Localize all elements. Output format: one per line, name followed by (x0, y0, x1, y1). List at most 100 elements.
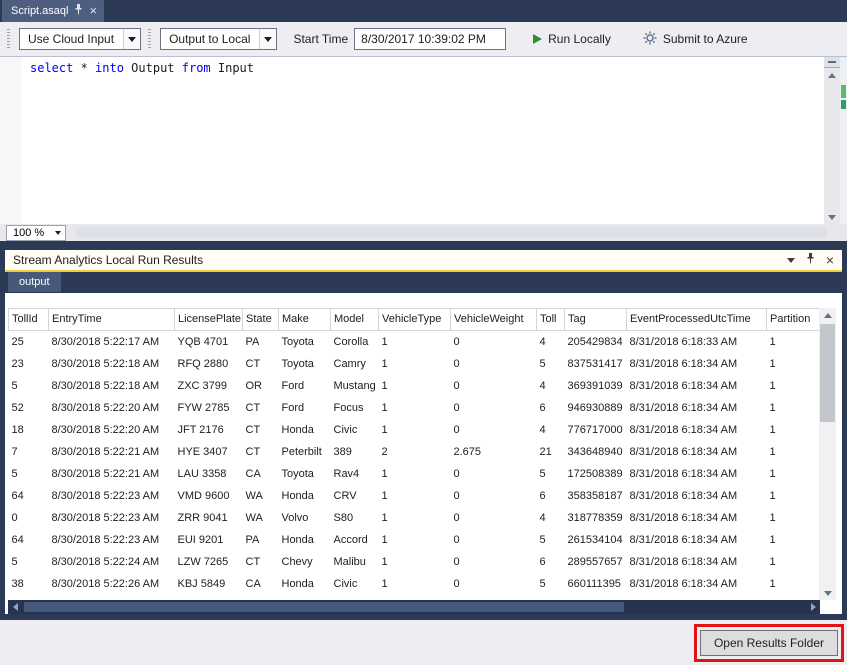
scrollbar-thumb[interactable] (820, 324, 835, 422)
table-row[interactable]: 58/30/2018 5:22:18 AMZXC 3799ORFordMusta… (9, 375, 820, 397)
table-cell: Honda (279, 485, 331, 507)
submit-to-azure-button[interactable]: Submit to Azure (638, 28, 753, 51)
table-row[interactable]: 188/30/2018 5:22:20 AMJFT 2176CTHondaCiv… (9, 419, 820, 441)
panel-splitter[interactable] (0, 241, 847, 250)
results-horizontal-scrollbar[interactable] (8, 600, 820, 614)
table-row[interactable]: 08/30/2018 5:22:23 AMZRR 9041WAVolvoS801… (9, 507, 820, 529)
change-mark-teal (841, 100, 846, 109)
column-header-vehicleweight[interactable]: VehicleWeight (451, 309, 537, 331)
start-time-input[interactable] (354, 28, 506, 50)
table-cell: HYE 3407 (175, 441, 243, 463)
table-cell: 23 (9, 353, 49, 375)
column-header-make[interactable]: Make (279, 309, 331, 331)
table-cell: 4 (537, 507, 565, 529)
table-cell: FYW 2785 (175, 397, 243, 419)
editor-horizontal-scrollbar[interactable] (76, 227, 827, 238)
table-cell: 4 (537, 419, 565, 441)
column-header-toll[interactable]: Toll (537, 309, 565, 331)
scroll-left-icon[interactable] (8, 603, 22, 611)
table-cell: 0 (451, 573, 537, 595)
table-cell: 0 (451, 353, 537, 375)
auto-hide-pin-icon[interactable] (806, 253, 815, 267)
chevron-down-icon[interactable] (123, 29, 140, 49)
column-header-model[interactable]: Model (331, 309, 379, 331)
code-keyword: into (95, 61, 124, 75)
table-cell: 0 (451, 419, 537, 441)
table-cell: ZXC 3799 (175, 375, 243, 397)
tab-script-asaql[interactable]: Script.asaql × (2, 0, 104, 22)
open-results-folder-button[interactable]: Open Results Folder (700, 630, 838, 656)
table-cell: 343648940 (565, 441, 627, 463)
table-cell: 205429834 (565, 331, 627, 354)
column-header-state[interactable]: State (243, 309, 279, 331)
code-keyword: from (182, 61, 211, 75)
column-header-tollid[interactable]: TollId (9, 309, 49, 331)
table-cell: 8/31/2018 6:18:34 AM (627, 529, 767, 551)
scroll-up-icon[interactable] (824, 68, 840, 82)
code-text: Input (211, 61, 254, 75)
table-cell: 8/30/2018 5:22:24 AM (49, 551, 175, 573)
table-row[interactable]: 388/30/2018 5:22:26 AMKBJ 5849CAHondaCiv… (9, 573, 820, 595)
table-cell: LZW 7265 (175, 551, 243, 573)
table-cell: Toyota (279, 331, 331, 354)
table-row[interactable]: 258/30/2018 5:22:17 AMYQB 4701PAToyotaCo… (9, 331, 820, 354)
scroll-down-icon[interactable] (824, 210, 840, 224)
table-row[interactable]: 58/30/2018 5:22:21 AMLAU 3358CAToyotaRav… (9, 463, 820, 485)
document-tab-bar: Script.asaql × (0, 0, 847, 22)
scroll-right-icon[interactable] (806, 603, 820, 611)
table-cell: CT (243, 551, 279, 573)
zoom-dropdown[interactable]: 100 % (6, 225, 66, 241)
table-cell: 8/30/2018 5:22:26 AM (49, 573, 175, 595)
scrollbar-thumb[interactable] (24, 602, 624, 612)
column-header-eventprocessedutctime[interactable]: EventProcessedUtcTime (627, 309, 767, 331)
table-cell: WA (243, 507, 279, 529)
table-cell: 1 (767, 573, 820, 595)
code-editor[interactable]: select * into Output from Input (0, 57, 847, 224)
table-cell: 8/30/2018 5:22:21 AM (49, 441, 175, 463)
table-cell: PA (243, 331, 279, 354)
table-row[interactable]: 648/30/2018 5:22:23 AMEUI 9201PAHondaAcc… (9, 529, 820, 551)
column-header-licenseplate[interactable]: LicensePlate (175, 309, 243, 331)
input-source-dropdown[interactable]: Use Cloud Input (19, 28, 141, 50)
table-cell: 8/30/2018 5:22:23 AM (49, 507, 175, 529)
column-header-partition[interactable]: Partition (767, 309, 820, 331)
close-panel-icon[interactable]: × (826, 253, 834, 267)
editor-status-row: 100 % (0, 224, 847, 241)
table-cell: Chevy (279, 551, 331, 573)
close-tab-icon[interactable]: × (89, 4, 97, 17)
scroll-down-icon[interactable] (819, 586, 836, 600)
table-cell: 1 (379, 507, 451, 529)
table-cell: 261534104 (565, 529, 627, 551)
table-row[interactable]: 528/30/2018 5:22:20 AMFYW 2785CTFordFocu… (9, 397, 820, 419)
table-row[interactable]: 238/30/2018 5:22:18 AMRFQ 2880CTToyotaCa… (9, 353, 820, 375)
table-cell: 38 (9, 573, 49, 595)
editor-splitter-handle[interactable] (824, 57, 840, 68)
column-header-vehicletype[interactable]: VehicleType (379, 309, 451, 331)
table-cell: 8/31/2018 6:18:33 AM (627, 331, 767, 354)
table-cell: 1 (767, 375, 820, 397)
toolbar-grip[interactable] (7, 29, 10, 49)
scroll-up-icon[interactable] (819, 308, 836, 322)
results-vertical-scrollbar[interactable] (819, 308, 836, 600)
column-header-tag[interactable]: Tag (565, 309, 627, 331)
output-target-dropdown[interactable]: Output to Local (160, 28, 277, 50)
table-row[interactable]: 78/30/2018 5:22:21 AMHYE 3407CTPeterbilt… (9, 441, 820, 463)
table-row[interactable]: 58/30/2018 5:22:24 AMLZW 7265CTChevyMali… (9, 551, 820, 573)
pin-icon[interactable] (74, 4, 83, 18)
run-locally-button[interactable]: Run Locally (528, 29, 616, 49)
window-menu-icon[interactable] (787, 258, 795, 263)
results-table: TollIdEntryTimeLicensePlateStateMakeMode… (8, 308, 820, 600)
toolbar-grip[interactable] (148, 29, 151, 49)
tab-output[interactable]: output (8, 272, 61, 292)
editor-vertical-scrollbar[interactable] (824, 57, 840, 224)
table-cell: 1 (379, 551, 451, 573)
results-title: Stream Analytics Local Run Results (13, 253, 203, 267)
results-tab-bar: output (5, 272, 842, 293)
results-grid[interactable]: TollIdEntryTimeLicensePlateStateMakeMode… (8, 308, 820, 600)
table-cell: Honda (279, 529, 331, 551)
chevron-down-icon[interactable] (259, 29, 276, 49)
column-header-entrytime[interactable]: EntryTime (49, 309, 175, 331)
table-row[interactable]: 648/30/2018 5:22:23 AMVMD 9600WAHondaCRV… (9, 485, 820, 507)
table-cell: 8/30/2018 5:22:18 AM (49, 375, 175, 397)
table-cell: 0 (451, 551, 537, 573)
